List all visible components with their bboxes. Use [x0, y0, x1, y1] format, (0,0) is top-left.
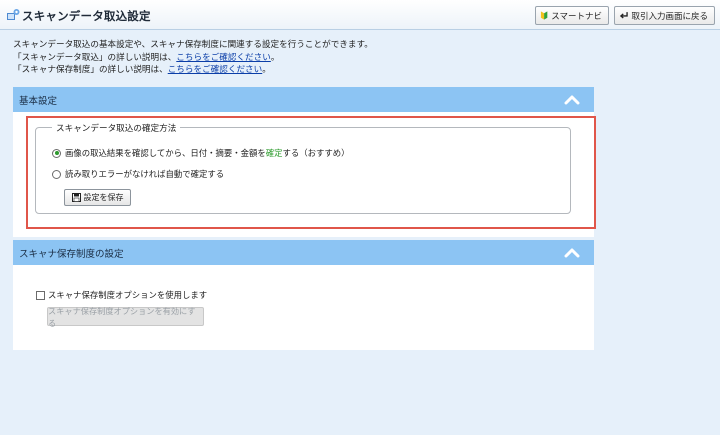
scanner-settings-header[interactable]: スキャナ保存制度の設定 [13, 240, 594, 265]
scanner-settings-panel: スキャナ保存制度の設定 スキャナ保存制度オプションを使用します スキャナ保存制度… [13, 240, 594, 350]
scan-settings-icon [7, 9, 20, 20]
smart-navi-label: スマートナビ [551, 11, 602, 22]
save-settings-label: 設定を保存 [83, 193, 124, 202]
confirm-after-review-option[interactable]: 画像の取込結果を確認してから、日付・摘要・金額を確定する（おすすめ） [52, 147, 350, 159]
option1-text-post: する（おすすめ） [282, 148, 350, 158]
back-to-entry-button[interactable]: 取引入力画面に戻る [614, 6, 715, 25]
option1-text-highlight: 確定 [265, 148, 283, 158]
scan-data-help-link[interactable]: こちらをご確認ください [176, 53, 271, 63]
confirm-after-review-label: 画像の取込結果を確認してから、日付・摘要・金額を確定する（おすすめ） [65, 147, 350, 159]
save-settings-button[interactable]: 設定を保存 [64, 189, 131, 206]
intro-line-2-suffix: 。 [270, 52, 280, 63]
option1-text-pre: 画像の取込結果を確認してから、日付・摘要・金額を [65, 148, 266, 158]
intro-text: スキャンデータ取込の基本設定や、スキャナ保存制度に関連する設定を行うことができま… [13, 39, 373, 77]
chevron-up-icon[interactable] [564, 94, 580, 105]
auto-confirm-option[interactable]: 読み取りエラーがなければ自動で確定する [52, 168, 224, 180]
top-bar: スキャンデータ取込設定 スマートナビ 取引入力画面に戻る [0, 0, 720, 30]
page-title: スキャンデータ取込設定 [22, 9, 151, 23]
auto-confirm-label: 読み取りエラーがなければ自動で確定する [65, 169, 225, 179]
chevron-up-icon[interactable] [564, 247, 580, 258]
confirm-after-review-radio[interactable] [52, 148, 61, 158]
confirm-method-legend: スキャンデータ取込の確定方法 [52, 122, 181, 134]
back-to-entry-label: 取引入力画面に戻る [631, 11, 708, 22]
scanner-settings-title: スキャナ保存制度の設定 [19, 248, 124, 260]
enable-scanner-option-button[interactable]: スキャナ保存制度オプションを有効にする [47, 306, 204, 328]
return-arrow-icon [619, 12, 628, 19]
intro-line-3-suffix: 。 [262, 65, 271, 75]
floppy-disk-icon [71, 193, 81, 202]
beginner-mark-icon [540, 11, 548, 20]
intro-line-1: スキャンデータ取込の基本設定や、スキャナ保存制度に関連する設定を行うことができま… [13, 40, 373, 50]
basic-settings-title: 基本設定 [19, 95, 58, 107]
basic-settings-panel: 基本設定 スキャンデータ取込の確定方法 画像の取込結果を確認してから、日付・摘要… [13, 87, 596, 237]
scanner-option-checkbox-row[interactable]: スキャナ保存制度オプションを使用します [36, 289, 207, 301]
scanner-option-checkbox[interactable] [36, 290, 45, 300]
intro-line-3: 「スキャナ保存制度」の詳しい説明は、こちらをご確認ください。 [13, 64, 373, 77]
scanner-system-help-link[interactable]: こちらをご確認ください [168, 65, 263, 75]
confirm-method-group: スキャンデータ取込の確定方法 画像の取込結果を確認してから、日付・摘要・金額を確… [35, 122, 571, 214]
intro-line-2-prefix: 「スキャンデータ取込」の詳しい説明は、 [13, 52, 177, 63]
auto-confirm-radio[interactable] [52, 169, 61, 179]
intro-line-2: 「スキャンデータ取込」の詳しい説明は、こちらをご確認ください。 [13, 52, 373, 65]
scanner-option-label: スキャナ保存制度オプションを使用します [48, 290, 208, 300]
smart-navi-button[interactable]: スマートナビ [535, 6, 609, 25]
intro-line-3-prefix: 「スキャナ保存制度」の詳しい説明は、 [13, 65, 168, 75]
basic-settings-header[interactable]: 基本設定 [13, 87, 594, 112]
